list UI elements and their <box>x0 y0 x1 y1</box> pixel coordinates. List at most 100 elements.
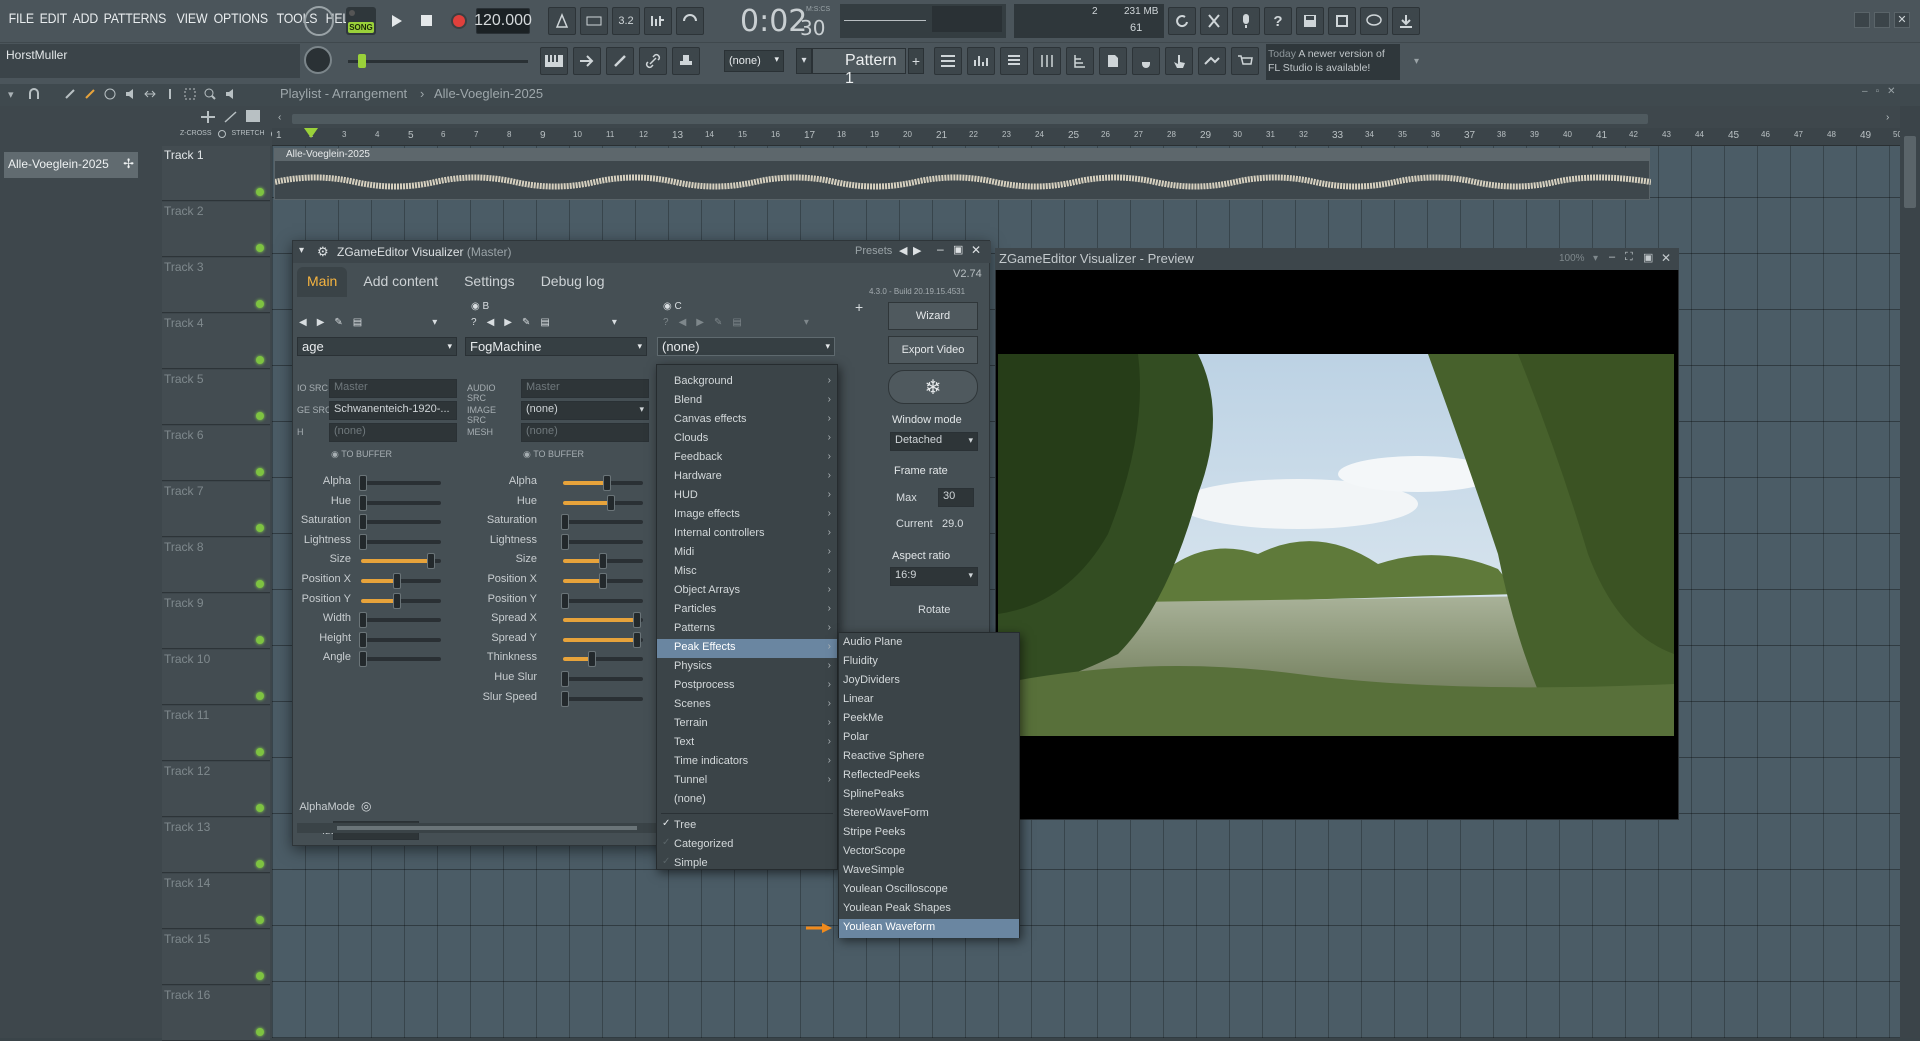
tab-debug-log[interactable]: Debug log <box>531 267 615 297</box>
menu-icon[interactable]: ▾ <box>612 317 617 328</box>
layer-a-image-src[interactable]: Schwanenteich-1920-... <box>329 401 457 420</box>
layer-b-effect[interactable]: FogMachine ▾ <box>465 337 647 356</box>
track-header[interactable]: Track 8 <box>162 538 270 593</box>
layer-a-mesh[interactable]: (none) <box>329 423 457 442</box>
slider-knob[interactable] <box>359 533 367 550</box>
param-slider[interactable] <box>359 533 441 550</box>
vertical-scrollbar[interactable] <box>1900 106 1920 1038</box>
param-slider[interactable] <box>359 612 441 629</box>
maximize-icon[interactable]: ▣ <box>1643 251 1653 264</box>
submenu-item-youlean-oscilloscope[interactable]: Youlean Oscilloscope <box>839 881 1019 900</box>
time-display[interactable]: 0:02 M:S:CS 30 <box>730 2 830 40</box>
timeline-ruler[interactable]: 1 2 3 4 5 6 7 8 9 10 11 12 13 14 15 16 17 18 19 20 21 22 23 24 2… <box>272 128 1920 146</box>
preview-titlebar[interactable]: ZGameEditor Visualizer - Preview 100% ▾ … <box>995 248 1679 270</box>
track-mute-led[interactable] <box>256 692 264 700</box>
window-menu-icon[interactable]: ▾ <box>299 245 304 256</box>
submenu-item-audio-plane[interactable]: Audio Plane <box>839 634 1019 653</box>
pattern-menu-button[interactable]: ▾ <box>796 48 812 74</box>
channel-rack-icon[interactable] <box>1000 47 1028 75</box>
param-slider[interactable] <box>563 612 643 629</box>
menu-view[interactable]: VIEW <box>174 10 210 30</box>
menu-item-blend[interactable]: Blend › <box>657 392 837 411</box>
layer-b-audio-src[interactable]: Master <box>521 379 649 398</box>
link-icon[interactable] <box>639 47 667 75</box>
submenu-item-stereowaveform[interactable]: StereoWaveForm <box>839 805 1019 824</box>
minimize-icon[interactable]: – <box>1609 251 1615 263</box>
fullscreen-icon[interactable]: ⛶ <box>1625 251 1633 264</box>
param-slider[interactable] <box>359 475 441 491</box>
slider-knob[interactable] <box>561 533 569 550</box>
download-icon[interactable] <box>1392 7 1420 35</box>
layer-c-effect[interactable]: (none) ▾ <box>657 337 835 356</box>
tab-main[interactable]: Main <box>297 267 348 297</box>
tempo-tapper-icon[interactable] <box>1198 47 1226 75</box>
window-mode-select[interactable]: Detached ▾ <box>890 432 978 451</box>
update-hint[interactable]: Today A newer version of FL Studio is av… <box>1266 44 1400 80</box>
track-mute-led[interactable] <box>256 244 264 252</box>
stamp-icon[interactable] <box>672 47 700 75</box>
menu-item-misc[interactable]: Misc › <box>657 563 837 582</box>
track-mute-led[interactable] <box>256 748 264 756</box>
shop-icon[interactable] <box>1231 47 1259 75</box>
menu-patterns[interactable]: PATTERNS <box>101 10 169 30</box>
submenu-item-joydividers[interactable]: JoyDividers <box>839 672 1019 691</box>
magnet-icon[interactable] <box>28 88 40 100</box>
slider-knob[interactable] <box>602 475 611 491</box>
slider-knob[interactable] <box>599 573 607 589</box>
menu-item-peak-effects[interactable]: Peak Effects › <box>657 639 837 658</box>
menu-item-scenes[interactable]: Scenes › <box>657 696 837 715</box>
mute-tool-icon[interactable] <box>124 88 136 100</box>
submenu-item-polar[interactable]: Polar <box>839 729 1019 748</box>
record-icon[interactable] <box>446 8 472 34</box>
param-slider[interactable] <box>561 514 643 531</box>
snap-line-icon[interactable] <box>224 110 238 124</box>
track-header[interactable]: Track 6 <box>162 426 270 481</box>
browser-icon[interactable] <box>1066 47 1094 75</box>
blend-notes-icon[interactable] <box>644 7 672 35</box>
zoom-dropdown-icon[interactable]: ▾ <box>1593 253 1598 264</box>
menu-item-internal-controllers[interactable]: Internal controllers › <box>657 525 837 544</box>
menu-item-canvas-effects[interactable]: Canvas effects › <box>657 411 837 430</box>
arrow-right-icon[interactable] <box>573 47 601 75</box>
submenu-item-linear[interactable]: Linear <box>839 691 1019 710</box>
param-slider[interactable] <box>563 553 643 570</box>
snap-crosshair-icon[interactable] <box>200 110 216 124</box>
select-tool-icon[interactable] <box>184 88 196 100</box>
track-header[interactable]: Track 15 <box>162 930 270 985</box>
copy-icon[interactable]: ▤ <box>540 317 549 328</box>
snowflake-icon[interactable]: ❄ <box>888 370 978 404</box>
submenu-item-reflectedpeeks[interactable]: ReflectedPeeks <box>839 767 1019 786</box>
param-slider[interactable] <box>359 631 441 648</box>
mixer-icon[interactable] <box>1033 47 1061 75</box>
menu-icon[interactable]: ▾ <box>804 317 809 328</box>
help-icon[interactable]: ? <box>1264 7 1292 35</box>
menu-file[interactable]: FILE <box>6 10 37 30</box>
layer-a-audio-src[interactable]: Master <box>329 379 457 398</box>
delete-tool-icon[interactable] <box>104 88 116 100</box>
track-header[interactable]: Track 4 <box>162 314 270 369</box>
track-header[interactable]: Track 9 <box>162 594 270 649</box>
track-mute-led[interactable] <box>256 300 264 308</box>
slider-knob[interactable] <box>358 54 366 68</box>
param-slider[interactable] <box>563 475 643 491</box>
microphone-icon[interactable] <box>1232 7 1260 35</box>
snap-select[interactable]: (none) ▾ <box>724 50 784 72</box>
pattern-song-knob[interactable] <box>304 6 334 36</box>
piano-roll-icon[interactable] <box>540 47 568 75</box>
param-slider[interactable] <box>361 553 441 570</box>
menu-item-image-effects[interactable]: Image effects › <box>657 506 837 525</box>
save-icon[interactable] <box>1296 7 1324 35</box>
track-mute-led[interactable] <box>256 524 264 532</box>
menu-item-terrain[interactable]: Terrain › <box>657 715 837 734</box>
slider-knob[interactable] <box>587 651 596 668</box>
param-slider[interactable] <box>561 592 643 609</box>
submenu-item-reactive-sphere[interactable]: Reactive Sphere <box>839 748 1019 767</box>
submenu-item-peekme[interactable]: PeekMe <box>839 710 1019 729</box>
export-icon[interactable] <box>1328 7 1356 35</box>
song-position-marker[interactable] <box>304 128 318 138</box>
song-mode-toggle[interactable]: SONG <box>346 7 376 35</box>
track-header[interactable]: Track 1 <box>162 146 270 201</box>
metronome-icon[interactable] <box>548 7 576 35</box>
menu-item-postprocess[interactable]: Postprocess › <box>657 677 837 696</box>
slider-knob[interactable] <box>606 494 615 511</box>
